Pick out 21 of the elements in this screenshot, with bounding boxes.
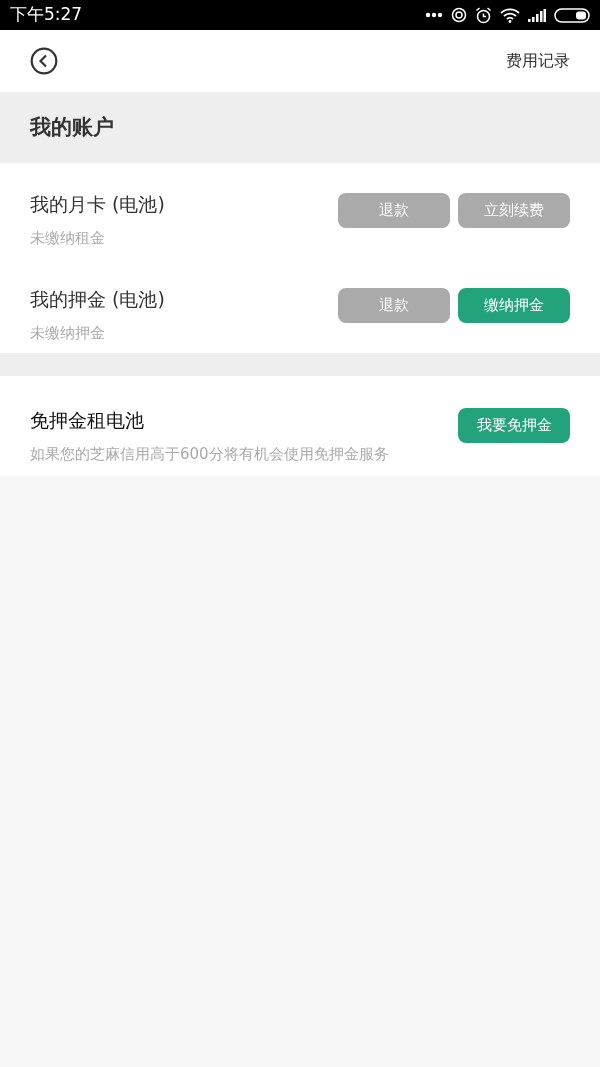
item-title: 我的月卡 (电池)	[30, 192, 165, 217]
back-icon[interactable]	[30, 47, 58, 75]
fee-records-link[interactable]: 费用记录	[506, 49, 570, 73]
section-title: 我的账户	[30, 113, 114, 141]
wifi-icon	[500, 7, 520, 23]
secondary-button[interactable]: 退款	[338, 288, 450, 323]
battery-icon	[554, 7, 590, 23]
item-subtitle: 未缴纳租金	[30, 227, 106, 249]
secondary-button[interactable]: 立刻续费	[458, 193, 570, 228]
item-subtitle: 如果您的芝麻信用高于600分将有机会使用免押金服务	[30, 443, 389, 465]
item-subtitle: 未缴纳押金	[30, 322, 106, 344]
primary-button[interactable]: 缴纳押金	[458, 288, 570, 323]
primary-button[interactable]: 我要免押金	[458, 408, 570, 443]
status-time: 下午5:27	[10, 3, 83, 27]
more-icon	[425, 12, 443, 18]
secondary-button[interactable]: 退款	[338, 193, 450, 228]
alarm-icon	[475, 6, 492, 24]
item-title: 我的押金 (电池)	[30, 287, 165, 312]
hotspot-icon	[451, 7, 467, 23]
item-title: 免押金租电池	[30, 408, 145, 433]
signal-icon	[528, 8, 546, 22]
